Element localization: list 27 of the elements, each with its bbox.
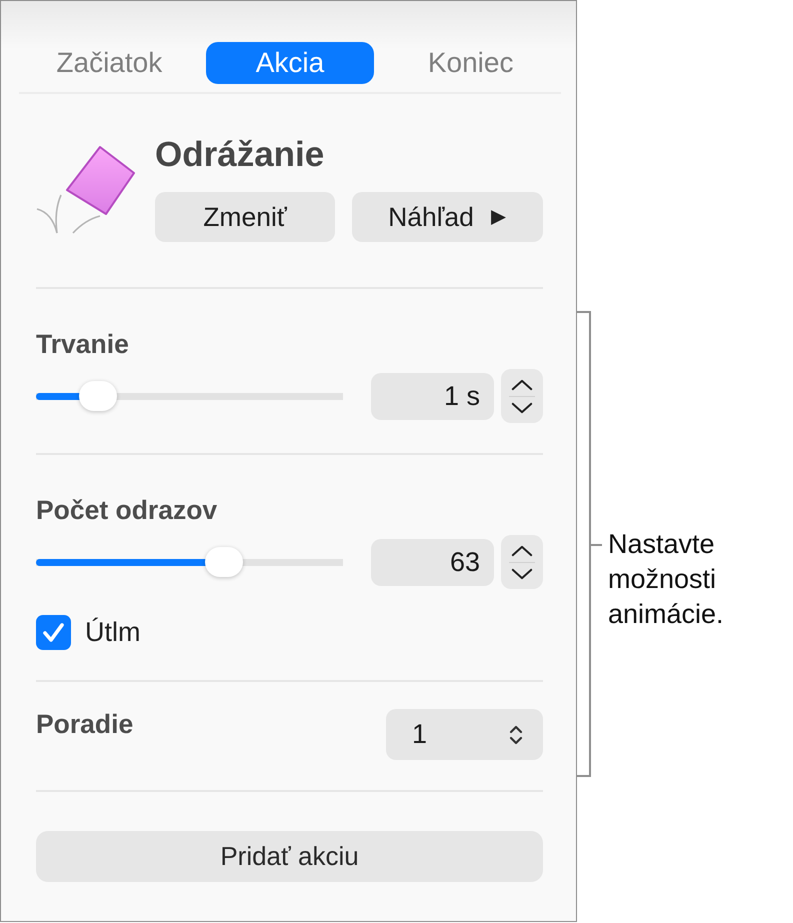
chevron-updown-icon [509,724,523,746]
chevron-down-icon[interactable] [511,402,533,414]
stepper[interactable] [501,535,543,589]
popup-button[interactable]: 1 [386,709,543,760]
add-action-button[interactable]: Pridať akciu [36,831,543,882]
setting-label: Trvanie [36,329,129,359]
value-field[interactable]: 1 s [371,372,494,420]
tilted-square-icon [36,145,136,235]
play-icon [490,208,507,226]
change-button[interactable]: Zmeniť [155,192,335,242]
chevron-up-icon[interactable] [511,378,533,390]
slider-thumb[interactable] [79,381,118,411]
setting-label: Poradie [36,709,134,739]
value-field[interactable]: 63 [371,538,494,586]
setting-label: Počet odrazov [36,495,218,525]
chevron-down-icon[interactable] [511,568,533,580]
callout-text: Nastavte možnosti animácie. [608,528,725,631]
checkbox[interactable] [36,615,71,650]
effect-title: Odrážanie [155,135,324,175]
preview-button[interactable]: Náhľad [352,192,543,242]
stepper[interactable] [501,369,543,423]
checkbox-label: Útlm [85,617,140,648]
chevron-up-icon[interactable] [511,544,533,556]
tab[interactable]: Začiatok [25,42,194,84]
tab[interactable]: Koniec [386,42,555,84]
tab[interactable]: Akcia [206,42,374,84]
slider-thumb[interactable] [205,547,244,577]
